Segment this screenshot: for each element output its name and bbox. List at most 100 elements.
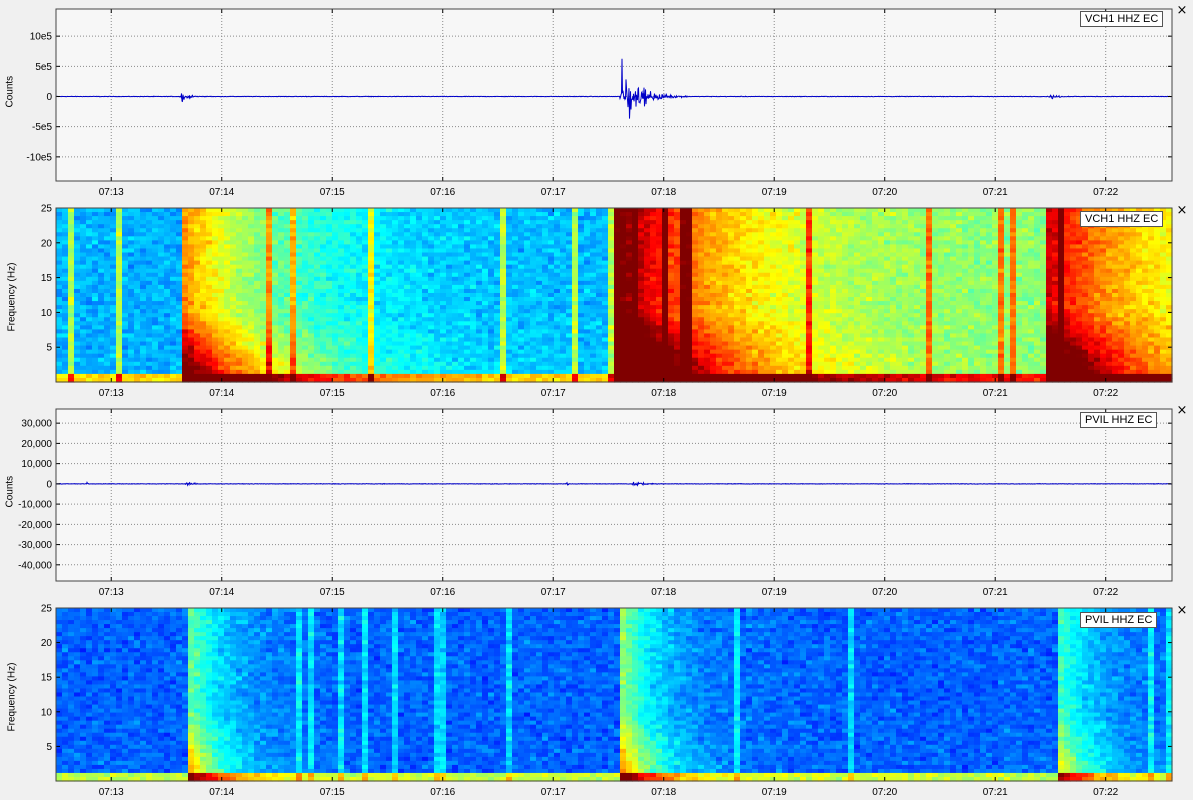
spectrogram-cell xyxy=(488,228,495,233)
spectrogram-cell xyxy=(464,244,471,250)
spectrogram-cell xyxy=(158,361,165,367)
spectrogram-cell xyxy=(158,329,165,335)
spectrogram-cell xyxy=(242,292,249,298)
spectrogram-cell xyxy=(656,220,663,225)
spectrogram-cell xyxy=(578,240,585,246)
spectrogram-cell xyxy=(632,228,639,233)
spectrogram-cell xyxy=(704,373,711,379)
spectrogram-cell xyxy=(734,220,741,225)
close-panel-button[interactable]: × xyxy=(1175,4,1189,18)
spectrogram-cell xyxy=(212,232,219,237)
spectrogram-cell xyxy=(398,321,405,326)
spectrogram-cell xyxy=(608,337,615,343)
spectrogram-cell xyxy=(452,244,459,250)
spectrogram-cell xyxy=(422,357,429,363)
spectrogram-cell xyxy=(662,272,669,278)
spectrogram-cell xyxy=(248,321,255,326)
spectrogram-cell xyxy=(632,369,639,375)
spectrogram-cell xyxy=(92,341,99,347)
spectrogram-cell xyxy=(320,357,327,363)
spectrogram-cell xyxy=(320,292,327,298)
spectrogram-cell xyxy=(272,248,279,254)
spectrogram-cell xyxy=(62,260,69,266)
spectrogram-cell xyxy=(344,341,351,347)
spectrogram-cell xyxy=(476,208,483,213)
spectrogram-cell xyxy=(476,373,483,379)
spectrogram-cell xyxy=(68,244,75,250)
spectrogram-cell xyxy=(722,313,729,318)
spectrogram-cell xyxy=(734,212,741,217)
spectrogram-cell xyxy=(548,349,555,355)
spectrogram-cell xyxy=(356,256,363,262)
spectrogram-cell xyxy=(68,268,75,274)
spectrogram-cell xyxy=(710,369,717,375)
spectrogram-cell xyxy=(566,337,573,343)
spectrogram-cell xyxy=(644,341,651,347)
spectrogram-cell xyxy=(698,317,705,322)
spectrogram-cell xyxy=(494,297,501,302)
spectrogram-cell xyxy=(98,305,105,310)
spectrogram-cell xyxy=(548,353,555,359)
spectrogram-cell xyxy=(380,349,387,355)
spectrogram-cell xyxy=(494,268,501,274)
spectrogram-cell xyxy=(608,244,615,250)
spectrogram-cell xyxy=(248,216,255,221)
spectrogram-cell xyxy=(230,369,237,375)
spectrogram-cell xyxy=(212,268,219,274)
spectrogram-cell xyxy=(410,341,417,347)
spectrogram-cell xyxy=(248,297,255,302)
spectrogram-cell xyxy=(728,353,735,359)
spectrogram-cell xyxy=(476,224,483,229)
spectrogram-cell xyxy=(356,260,363,266)
spectrogram-cell xyxy=(488,297,495,302)
spectrogram-cell xyxy=(254,236,261,241)
spectrogram-cell xyxy=(464,321,471,326)
spectrogram-cell xyxy=(392,349,399,355)
spectrogram-cell xyxy=(512,337,519,343)
spectrogram-cell xyxy=(446,341,453,347)
spectrogram-cell xyxy=(134,208,141,213)
spectrogram-cell xyxy=(344,353,351,359)
spectrogram-cell xyxy=(530,276,537,282)
spectrogram-cell xyxy=(446,220,453,225)
spectrogram-cell xyxy=(302,321,309,326)
spectrogram-cell xyxy=(662,236,669,241)
spectrogram-cell xyxy=(374,284,381,290)
spectrogram-cell xyxy=(632,317,639,322)
spectrogram-cell xyxy=(596,268,603,274)
spectrogram-cell xyxy=(434,252,441,258)
spectrogram-cell xyxy=(80,248,87,254)
spectrogram-cell xyxy=(620,228,627,233)
spectrogram-cell xyxy=(728,349,735,355)
spectrogram-cell xyxy=(596,288,603,294)
spectrogram-cell xyxy=(170,208,177,213)
spectrogram-cell xyxy=(674,333,681,339)
spectrogram-cell xyxy=(566,212,573,217)
waveform-plot-vch1[interactable]: 07:13 07:14 07:15 07:16 07:17 07:18 07:19 07:20… xyxy=(0,0,1193,200)
spectrogram-plot-vch1[interactable]: 07:13 07:14 07:15 07:16 07:17 07:18 07:19 07:20… xyxy=(0,200,1193,400)
spectrogram-cell xyxy=(554,272,561,278)
spectrogram-cell xyxy=(272,329,279,335)
spectrogram-cell xyxy=(134,244,141,250)
spectrogram-cell xyxy=(206,357,213,363)
spectrogram-cell xyxy=(386,297,393,302)
spectrogram-cell xyxy=(500,244,507,250)
spectrogram-cell xyxy=(284,349,291,355)
spectrogram-cell xyxy=(356,313,363,318)
spectrogram-cell xyxy=(302,248,309,254)
spectrogram-cell xyxy=(374,317,381,322)
spectrogram-cell xyxy=(314,369,321,375)
spectrogram-cell xyxy=(452,240,459,246)
spectrogram-cell xyxy=(668,268,675,274)
spectrogram-cell xyxy=(512,361,519,367)
spectrogram-cell xyxy=(512,240,519,246)
spectrogram-cell xyxy=(188,228,195,233)
spectrogram-cell xyxy=(554,292,561,298)
spectrogram-cell xyxy=(224,373,231,379)
spectrogram-cell xyxy=(578,252,585,258)
spectrogram-cell xyxy=(254,305,261,310)
spectrogram-cell xyxy=(128,369,135,375)
spectrogram-cell xyxy=(428,268,435,274)
spectrogram-cell xyxy=(104,268,111,274)
spectrogram-cell xyxy=(362,288,369,294)
